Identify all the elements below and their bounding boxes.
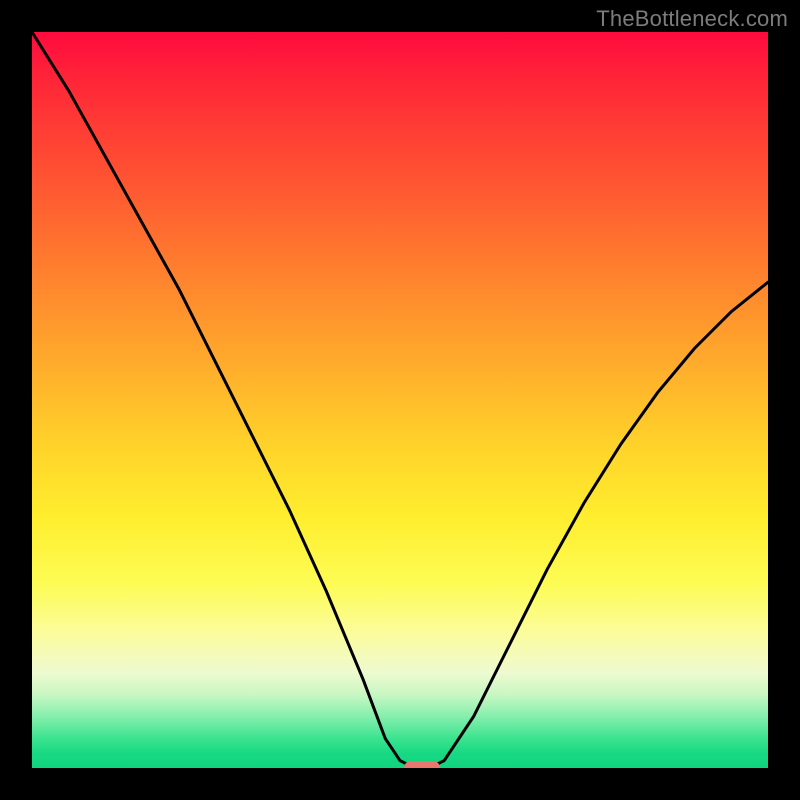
bottleneck-curve <box>32 32 768 768</box>
plot-area <box>32 32 768 768</box>
optimum-marker <box>404 761 440 768</box>
curve-path <box>32 32 768 768</box>
chart-frame: TheBottleneck.com <box>0 0 800 800</box>
watermark-text: TheBottleneck.com <box>596 6 788 32</box>
